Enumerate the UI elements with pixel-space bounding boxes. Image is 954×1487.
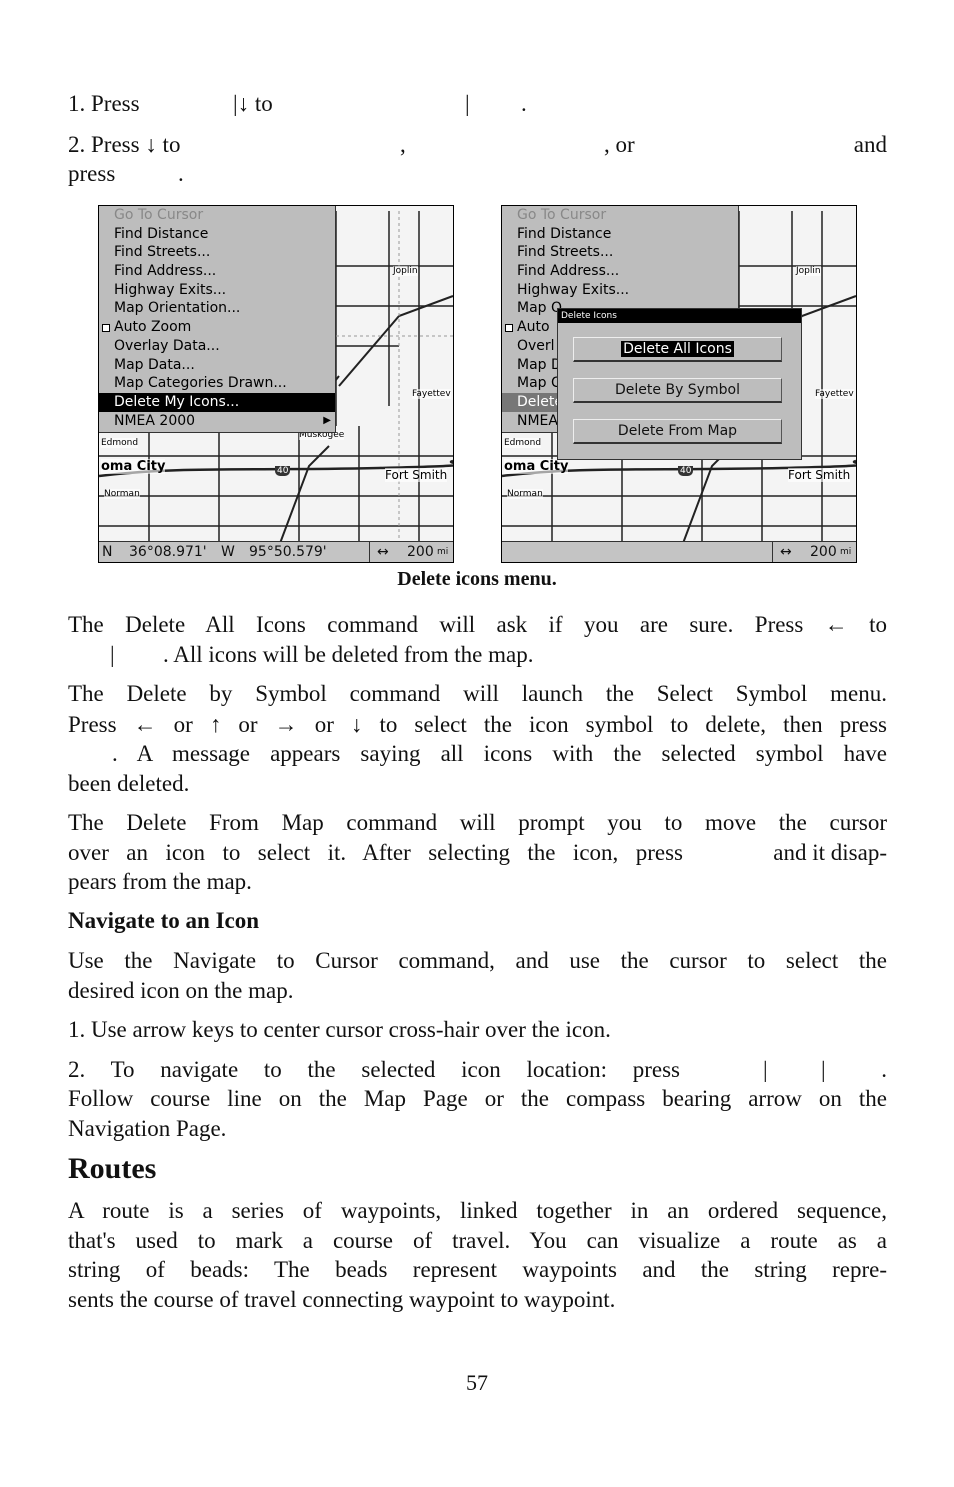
map-label-oklahoma-city: oma City — [504, 459, 569, 474]
menu-item-delete-my-icons[interactable]: Delete My Icons... — [99, 392, 335, 412]
page-number: 57 — [466, 1370, 488, 1395]
paragraph-line: Use the Navigate to Cursor command, and … — [68, 948, 887, 973]
text: . All icons will be deleted from the map… — [163, 642, 534, 667]
menu-item-map-data[interactable]: Map Data... — [99, 356, 335, 375]
menu-item-map-categories[interactable]: Map Categories Drawn... — [99, 374, 335, 393]
menu-item[interactable]: Go To Cursor — [502, 206, 738, 225]
left-right-arrow-icon: ↔ — [780, 544, 792, 560]
menu-item-auto-zoom[interactable]: Auto Zoom — [99, 318, 335, 337]
paragraph-line: Follow course line on the Map Page or th… — [68, 1086, 887, 1111]
text: , or — [604, 132, 635, 157]
screenshot-menu: Joplin Fayettev Muskogee Edmond oma City… — [98, 205, 454, 563]
lat-hemisphere: N — [102, 544, 113, 560]
lon-hemisphere: W — [221, 544, 235, 560]
text: |↓ to — [233, 91, 273, 116]
text: | — [110, 642, 115, 667]
zoom-value: 200 — [810, 544, 837, 560]
text: 2. To navigate to the selected icon loca… — [68, 1057, 680, 1082]
paragraph-line: been deleted. — [68, 771, 190, 796]
map-label-joplin: Joplin — [393, 266, 418, 276]
map-label-edmond: Edmond — [101, 438, 139, 448]
text: and — [853, 132, 887, 157]
menu-item-go-to-cursor[interactable]: Go To Cursor — [99, 206, 335, 225]
text: 2. Press ↓ to — [68, 132, 181, 157]
map-label-edmond: Edmond — [504, 438, 542, 448]
left-right-arrow-icon: ↔ — [377, 544, 389, 560]
text: and it disap- — [773, 840, 887, 865]
paragraph-line: The Delete From Map command will prompt … — [68, 810, 887, 835]
interstate-shield-icon: 40 — [678, 466, 694, 476]
paragraph-line: Press ← or ↑ or → or ↓ to select the ico… — [68, 712, 887, 737]
paragraph-line: The Delete All Icons command will ask if… — [68, 612, 887, 637]
menu-item[interactable]: Find Address... — [502, 262, 738, 281]
status-bar: N 36°08.971' W 95°50.579' ↔ 200 mi — [99, 541, 453, 562]
paragraph-line: The Delete by Symbol command will launch… — [68, 681, 887, 706]
dialog-title: Delete Icons — [558, 309, 801, 323]
delete-icons-dialog: Delete Icons Delete All Icons Delete By … — [557, 308, 802, 460]
paragraph-line: sents the course of travel connecting wa… — [68, 1287, 616, 1312]
menu-item[interactable]: Find Streets... — [502, 243, 738, 262]
checkbox-icon[interactable] — [505, 324, 513, 333]
map-label-norman: Norman — [507, 489, 543, 499]
map-label-joplin: Joplin — [796, 266, 821, 276]
text: | — [465, 91, 470, 116]
paragraph-line: desired icon on the map. — [68, 978, 294, 1003]
figure-caption: Delete icons menu. — [397, 568, 557, 590]
menu-item-overlay-data[interactable]: Overlay Data... — [99, 337, 335, 356]
paragraph-line: that's used to mark a course of travel. … — [68, 1228, 887, 1253]
paragraph-line: string of beads: The beads represent way… — [68, 1257, 887, 1282]
text: . — [521, 91, 527, 116]
menu-label: Auto Zoom — [114, 319, 192, 336]
map-label-fayetteville: Fayettev — [412, 389, 451, 399]
zoom-unit: mi — [840, 547, 852, 557]
menu-item-map-orientation[interactable]: Map Orientation... — [99, 299, 335, 318]
menu-item-find-streets[interactable]: Find Streets... — [99, 243, 335, 262]
text: | — [821, 1057, 826, 1082]
text: . — [178, 161, 184, 186]
checkbox-icon[interactable] — [102, 324, 110, 333]
text: | — [763, 1057, 768, 1082]
status-bar: ↔ 200 mi — [502, 541, 856, 562]
delete-all-icons-button[interactable]: Delete All Icons — [573, 337, 782, 362]
zoom-unit: mi — [437, 547, 449, 557]
text: . — [881, 1057, 887, 1082]
menu-item[interactable]: Highway Exits... — [502, 281, 738, 300]
menu-label: Auto — [517, 319, 550, 336]
paragraph-line: . A message appears saying all icons wit… — [112, 741, 887, 766]
paragraph-line: 1. Use arrow keys to center cursor cross… — [68, 1017, 611, 1042]
map-label-norman: Norman — [104, 489, 140, 499]
text: 1. Press — [68, 91, 140, 116]
submenu-arrow-icon: ▶ — [323, 414, 331, 426]
section-heading: Navigate to an Icon — [68, 908, 260, 933]
menu-item-find-distance[interactable]: Find Distance — [99, 225, 335, 244]
section-heading-routes: Routes — [68, 1152, 157, 1185]
interstate-shield-icon: 40 — [275, 466, 291, 476]
latitude: 36°08.971' — [129, 544, 207, 560]
map-label-oklahoma-city: oma City — [101, 459, 166, 474]
text: over an icon to select it. After selecti… — [68, 840, 683, 865]
menu-item-find-address[interactable]: Find Address... — [99, 262, 335, 281]
longitude: 95°50.579' — [249, 544, 327, 560]
text: , — [400, 132, 406, 157]
map-label-fort-smith: Fort Smith — [385, 468, 448, 482]
button-label: Delete All Icons — [621, 341, 734, 357]
text: press — [68, 161, 116, 186]
divider — [772, 542, 773, 562]
menu-item-highway-exits[interactable]: Highway Exits... — [99, 281, 335, 300]
menu-item-nmea-2000[interactable]: NMEA 2000 ▶ — [99, 412, 335, 431]
paragraph-line: Navigation Page. — [68, 1116, 227, 1141]
map-label-fayetteville: Fayettev — [815, 389, 854, 399]
zoom-value: 200 — [407, 544, 434, 560]
divider — [369, 542, 370, 562]
manual-page: 1. Press |↓ to | . 2. Press ↓ to , , or … — [0, 0, 954, 1487]
menu-item[interactable]: Find Distance — [502, 225, 738, 244]
map-label-fort-smith: Fort Smith — [788, 468, 851, 482]
delete-from-map-button[interactable]: Delete From Map — [573, 419, 782, 444]
paragraph-line: pears from the map. — [68, 869, 252, 894]
paragraph-line: A route is a series of waypoints, linked… — [68, 1198, 887, 1223]
screenshot-delete-dialog: Joplin Fayettev Edmond oma City Norman F… — [501, 205, 857, 563]
map-menu: Go To Cursor Find Distance Find Streets.… — [99, 206, 336, 433]
delete-by-symbol-button[interactable]: Delete By Symbol — [573, 378, 782, 403]
menu-label: NMEA 2000 — [114, 412, 196, 429]
